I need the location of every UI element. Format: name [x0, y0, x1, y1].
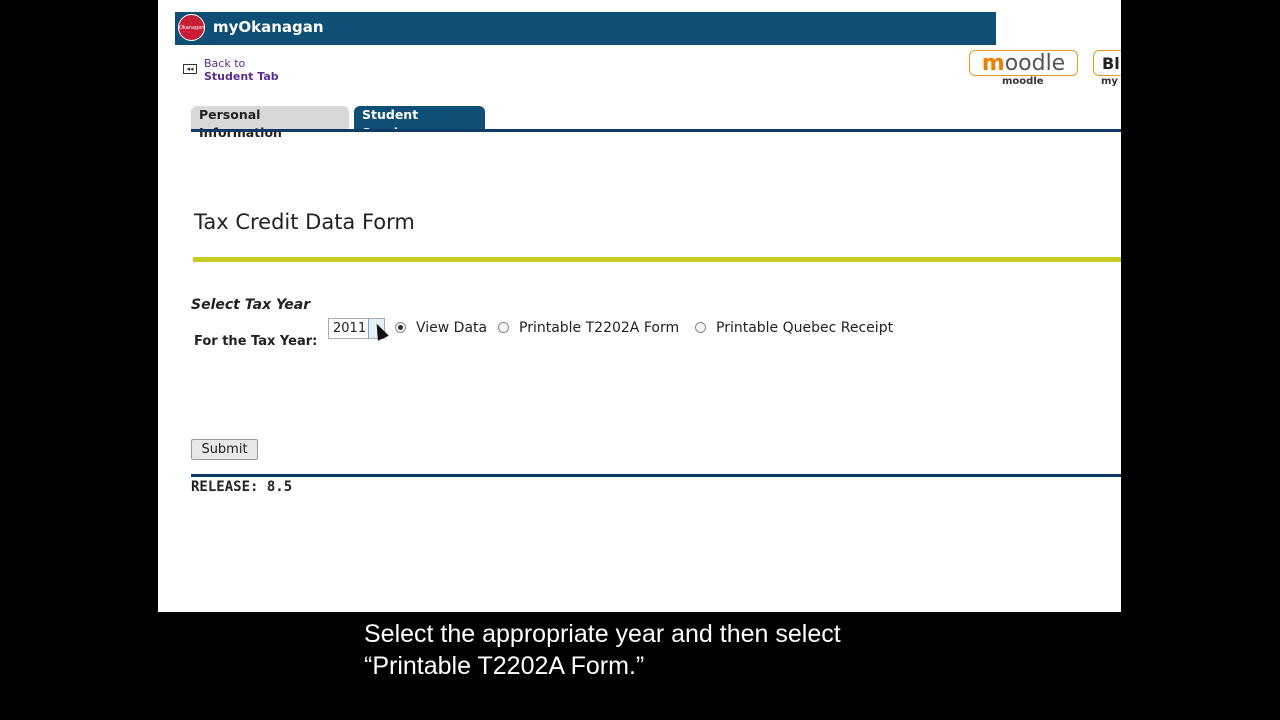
tax-year-label: For the Tax Year:: [194, 334, 318, 349]
tax-year-value: 2011: [333, 321, 367, 336]
browser-content: Okanagan myOkanagan ◂◂ Back to Student T…: [158, 0, 1121, 612]
radio-printable-t2202a-label[interactable]: Printable T2202A Form: [519, 320, 679, 336]
radio-view-data[interactable]: [395, 322, 406, 333]
blackboard-button[interactable]: Bl: [1093, 50, 1121, 76]
moodle-button[interactable]: moodle: [969, 50, 1078, 76]
header-bar: Okanagan myOkanagan: [175, 12, 996, 45]
video-caption: Select the appropriate year and then sel…: [364, 618, 1064, 682]
radio-printable-quebec-label[interactable]: Printable Quebec Receipt: [716, 320, 893, 336]
moodle-label: moodle: [1002, 76, 1044, 87]
title-divider: [193, 257, 1121, 262]
caption-line2: “Printable T2202A Form.”: [364, 652, 645, 680]
section-heading: Select Tax Year: [191, 297, 311, 313]
page-title: Tax Credit Data Form: [194, 210, 415, 234]
back-to-student-tab-link[interactable]: Back to Student Tab: [204, 57, 279, 83]
okanagan-logo-icon: Okanagan: [178, 14, 205, 41]
tab-personal-information[interactable]: Personal Information: [191, 106, 349, 140]
app-title: myOkanagan: [213, 18, 324, 36]
radio-printable-t2202a[interactable]: [498, 322, 509, 333]
radio-printable-quebec[interactable]: [695, 322, 706, 333]
release-text: RELEASE: 8.5: [191, 479, 293, 495]
back-link-line2: Student Tab: [204, 70, 279, 83]
blackboard-label: my: [1101, 76, 1118, 87]
tab-divider: [191, 129, 1121, 132]
bottom-divider: [191, 474, 1121, 477]
back-arrow-icon[interactable]: ◂◂: [183, 64, 197, 74]
submit-button[interactable]: Submit: [191, 439, 258, 460]
tab-student-services[interactable]: Student Services: [354, 106, 485, 140]
radio-view-data-label[interactable]: View Data: [416, 320, 487, 336]
caption-line1: Select the appropriate year and then sel…: [364, 620, 841, 648]
back-link-line1: Back to: [204, 57, 246, 70]
